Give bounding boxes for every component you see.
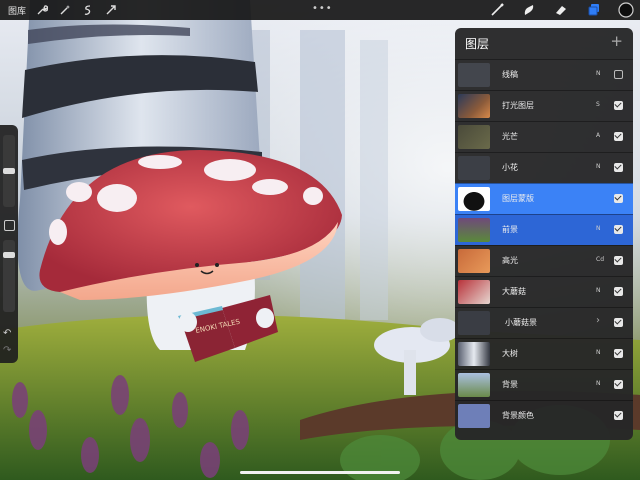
visibility-checkbox[interactable] — [614, 349, 623, 358]
blend-mode-label[interactable]: N — [596, 163, 601, 170]
layers-icon[interactable] — [586, 2, 602, 18]
layer-name: 高光 — [502, 256, 518, 265]
layer-row[interactable]: 图层蒙版 — [455, 183, 633, 214]
transform-arrow-icon[interactable] — [104, 3, 118, 17]
layer-row[interactable]: 打光图层 S — [455, 90, 633, 121]
home-indicator[interactable] — [240, 471, 400, 474]
visibility-checkbox[interactable] — [614, 380, 623, 389]
layer-thumbnail[interactable] — [458, 280, 490, 304]
layer-thumbnail[interactable] — [458, 125, 490, 149]
layer-row[interactable]: 光芒 A — [455, 121, 633, 152]
smudge-icon[interactable] — [521, 2, 537, 18]
selection-icon[interactable] — [81, 3, 95, 17]
opacity-slider[interactable] — [3, 240, 15, 312]
visibility-checkbox[interactable] — [614, 70, 623, 79]
layer-mask-thumbnail[interactable] — [458, 187, 490, 211]
layers-panel: 图层 + 线稿 N 打光图层 S 光芒 A 小花 N 图层蒙版前景 N 高光 Cd 大蘑菇 N 小蘑菇景 › 大… — [455, 28, 633, 440]
left-sidebar: ↶ ↷ — [0, 125, 18, 363]
layer-row[interactable]: 高光 Cd — [455, 245, 633, 276]
blend-mode-label[interactable]: N — [596, 380, 601, 387]
layer-row[interactable]: 小蘑菇景 › — [455, 307, 633, 338]
layer-name: 前景 — [502, 225, 518, 234]
layer-row[interactable]: 大树 N — [455, 338, 633, 369]
layer-name: 打光图层 — [502, 101, 534, 110]
add-layer-button[interactable]: + — [610, 32, 623, 50]
layers-title: 图层 — [465, 37, 490, 51]
blend-mode-label[interactable]: N — [596, 287, 601, 294]
layer-row[interactable]: 小花 N — [455, 152, 633, 183]
redo-icon[interactable]: ↷ — [3, 345, 11, 356]
blend-mode-label[interactable]: N — [596, 225, 601, 232]
brush-size-knob[interactable] — [3, 168, 15, 174]
layer-name: 背景 — [502, 380, 518, 389]
layer-thumbnail[interactable] — [458, 156, 490, 180]
visibility-checkbox[interactable] — [614, 318, 623, 327]
blend-mode-label[interactable]: A — [596, 132, 600, 139]
layer-name: 背景颜色 — [502, 411, 534, 420]
visibility-checkbox[interactable] — [614, 101, 623, 110]
chevron-right-icon[interactable]: › — [596, 315, 600, 326]
top-toolbar: 图库 ••• — [0, 0, 640, 20]
layer-thumbnail[interactable] — [458, 373, 490, 397]
brush-icon[interactable] — [489, 2, 505, 18]
blend-mode-label[interactable]: Cd — [596, 256, 604, 263]
layer-name: 大树 — [502, 349, 518, 358]
layer-thumbnail[interactable] — [458, 218, 490, 242]
layer-row[interactable]: 大蘑菇 N — [455, 276, 633, 307]
layer-name: 图层蒙版 — [502, 194, 534, 203]
layer-name: 大蘑菇 — [502, 287, 526, 296]
layer-thumbnail[interactable] — [458, 311, 490, 335]
layer-name: 小蘑菇景 — [505, 318, 537, 327]
wrench-icon[interactable] — [35, 3, 49, 17]
visibility-checkbox[interactable] — [614, 287, 623, 296]
undo-icon[interactable]: ↶ — [3, 328, 11, 339]
gallery-button[interactable]: 图库 — [8, 4, 26, 17]
modify-square-icon[interactable] — [4, 220, 15, 231]
layer-name: 光芒 — [502, 132, 518, 141]
visibility-checkbox[interactable] — [614, 163, 623, 172]
layer-thumbnail[interactable] — [458, 94, 490, 118]
opacity-knob[interactable] — [3, 251, 15, 258]
visibility-checkbox[interactable] — [614, 194, 623, 203]
layer-thumbnail[interactable] — [458, 342, 490, 366]
layer-name: 线稿 — [502, 70, 518, 79]
brush-size-slider[interactable] — [3, 135, 15, 207]
layer-row[interactable]: 线稿 N — [455, 59, 633, 90]
layer-row[interactable]: 前景 N — [455, 214, 633, 245]
more-options-icon[interactable]: ••• — [312, 3, 333, 14]
layer-name: 小花 — [502, 163, 518, 172]
visibility-checkbox[interactable] — [614, 411, 623, 420]
blend-mode-label[interactable]: N — [596, 70, 601, 77]
layer-thumbnail[interactable] — [458, 249, 490, 273]
blend-mode-label[interactable]: S — [596, 101, 600, 108]
layer-row[interactable]: 背景颜色 — [455, 400, 633, 431]
layer-row[interactable]: 背景 N — [455, 369, 633, 400]
visibility-checkbox[interactable] — [614, 256, 623, 265]
layer-thumbnail[interactable] — [458, 63, 490, 87]
layer-thumbnail[interactable] — [458, 404, 490, 428]
visibility-checkbox[interactable] — [614, 225, 623, 234]
color-picker-icon[interactable] — [618, 2, 634, 18]
eraser-icon[interactable] — [553, 2, 569, 18]
visibility-checkbox[interactable] — [614, 132, 623, 141]
magic-wand-icon[interactable] — [58, 3, 72, 17]
blend-mode-label[interactable]: N — [596, 349, 601, 356]
